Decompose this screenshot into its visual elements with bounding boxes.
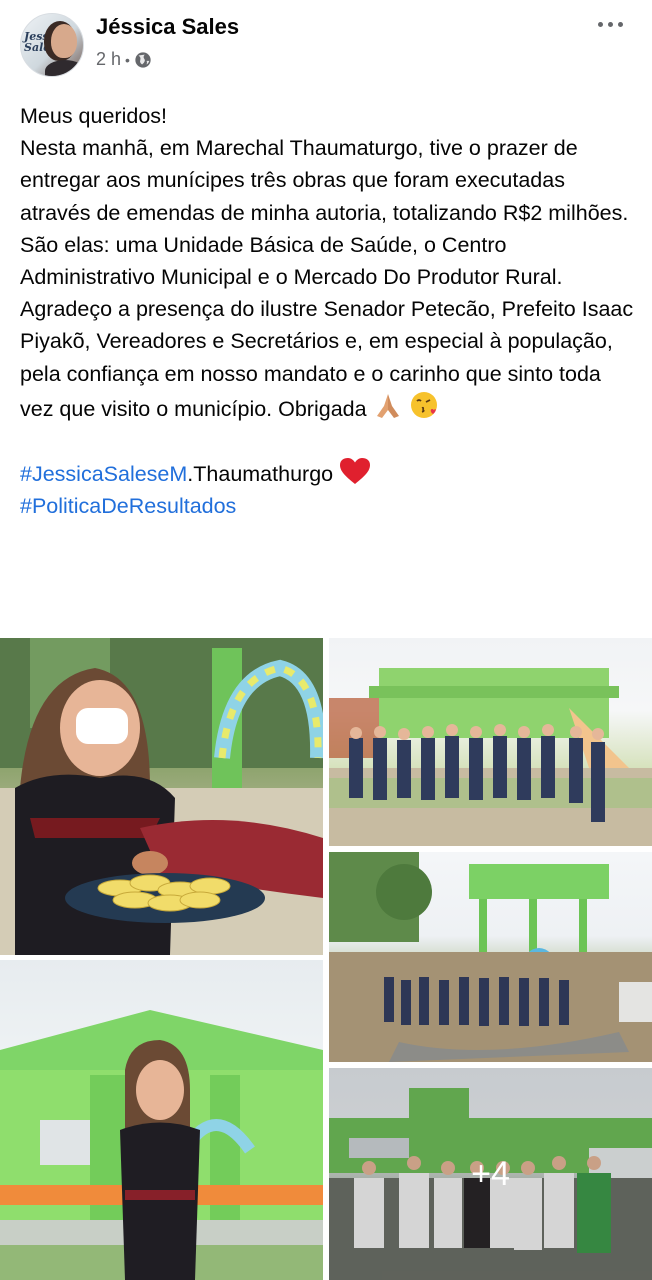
meta-separator: • xyxy=(125,51,130,68)
photo-illustration xyxy=(329,852,652,1062)
hashtag-line: #PoliticaDeResultados xyxy=(20,490,636,522)
post-time[interactable]: 2 h xyxy=(96,49,121,70)
author-avatar[interactable]: Jessica Sales xyxy=(20,13,84,77)
post-photo[interactable] xyxy=(329,638,652,846)
more-photos-overlay[interactable]: +4 xyxy=(329,1068,652,1280)
post-text: Meus queridos! Nesta manhã, em Marechal … xyxy=(20,100,636,523)
post-photo[interactable] xyxy=(329,852,652,1062)
post-text-line: Nesta manhã, em Marechal Thaumaturgo, ti… xyxy=(20,136,629,225)
post-text-line: Agradeço a presença do ilustre Senador P… xyxy=(20,293,636,425)
photo-illustration xyxy=(0,638,323,955)
face-blowing-kiss-emoji xyxy=(410,391,437,418)
more-options-icon[interactable] xyxy=(594,14,626,34)
post-text-thanks: Agradeço a presença do ilustre Senador P… xyxy=(20,297,634,421)
photo-illustration xyxy=(0,1010,323,1280)
folded-hands-emoji xyxy=(376,393,399,418)
photo-illustration xyxy=(329,668,652,846)
avatar-logo-text: Jessica Sales xyxy=(24,30,67,54)
red-heart-emoji xyxy=(340,458,371,485)
globe-icon xyxy=(135,51,151,68)
post-photo[interactable] xyxy=(0,960,323,1280)
author-name[interactable]: Jéssica Sales xyxy=(96,14,239,40)
hashtag-link[interactable]: #PoliticaDeResultados xyxy=(20,494,236,518)
hashtag-link[interactable]: #JessicaSaleseM xyxy=(20,462,187,486)
post-text-line: Meus queridos! xyxy=(20,104,167,128)
post-text-line: São elas: uma Unidade Básica de Saúde, o… xyxy=(20,232,563,290)
avatar-body xyxy=(45,60,83,76)
hashtag-suffix: .Thaumathurgo xyxy=(187,462,334,487)
post-meta: 2 h • xyxy=(96,49,152,70)
post-photo[interactable] xyxy=(0,638,323,955)
post-photo[interactable]: +4 xyxy=(329,1068,652,1280)
post-header: Jessica Sales Jéssica Sales 2 h • xyxy=(0,0,652,90)
avatar-face xyxy=(51,24,77,58)
hashtag-line: #JessicaSaleseM.Thaumathurgo xyxy=(20,457,636,490)
